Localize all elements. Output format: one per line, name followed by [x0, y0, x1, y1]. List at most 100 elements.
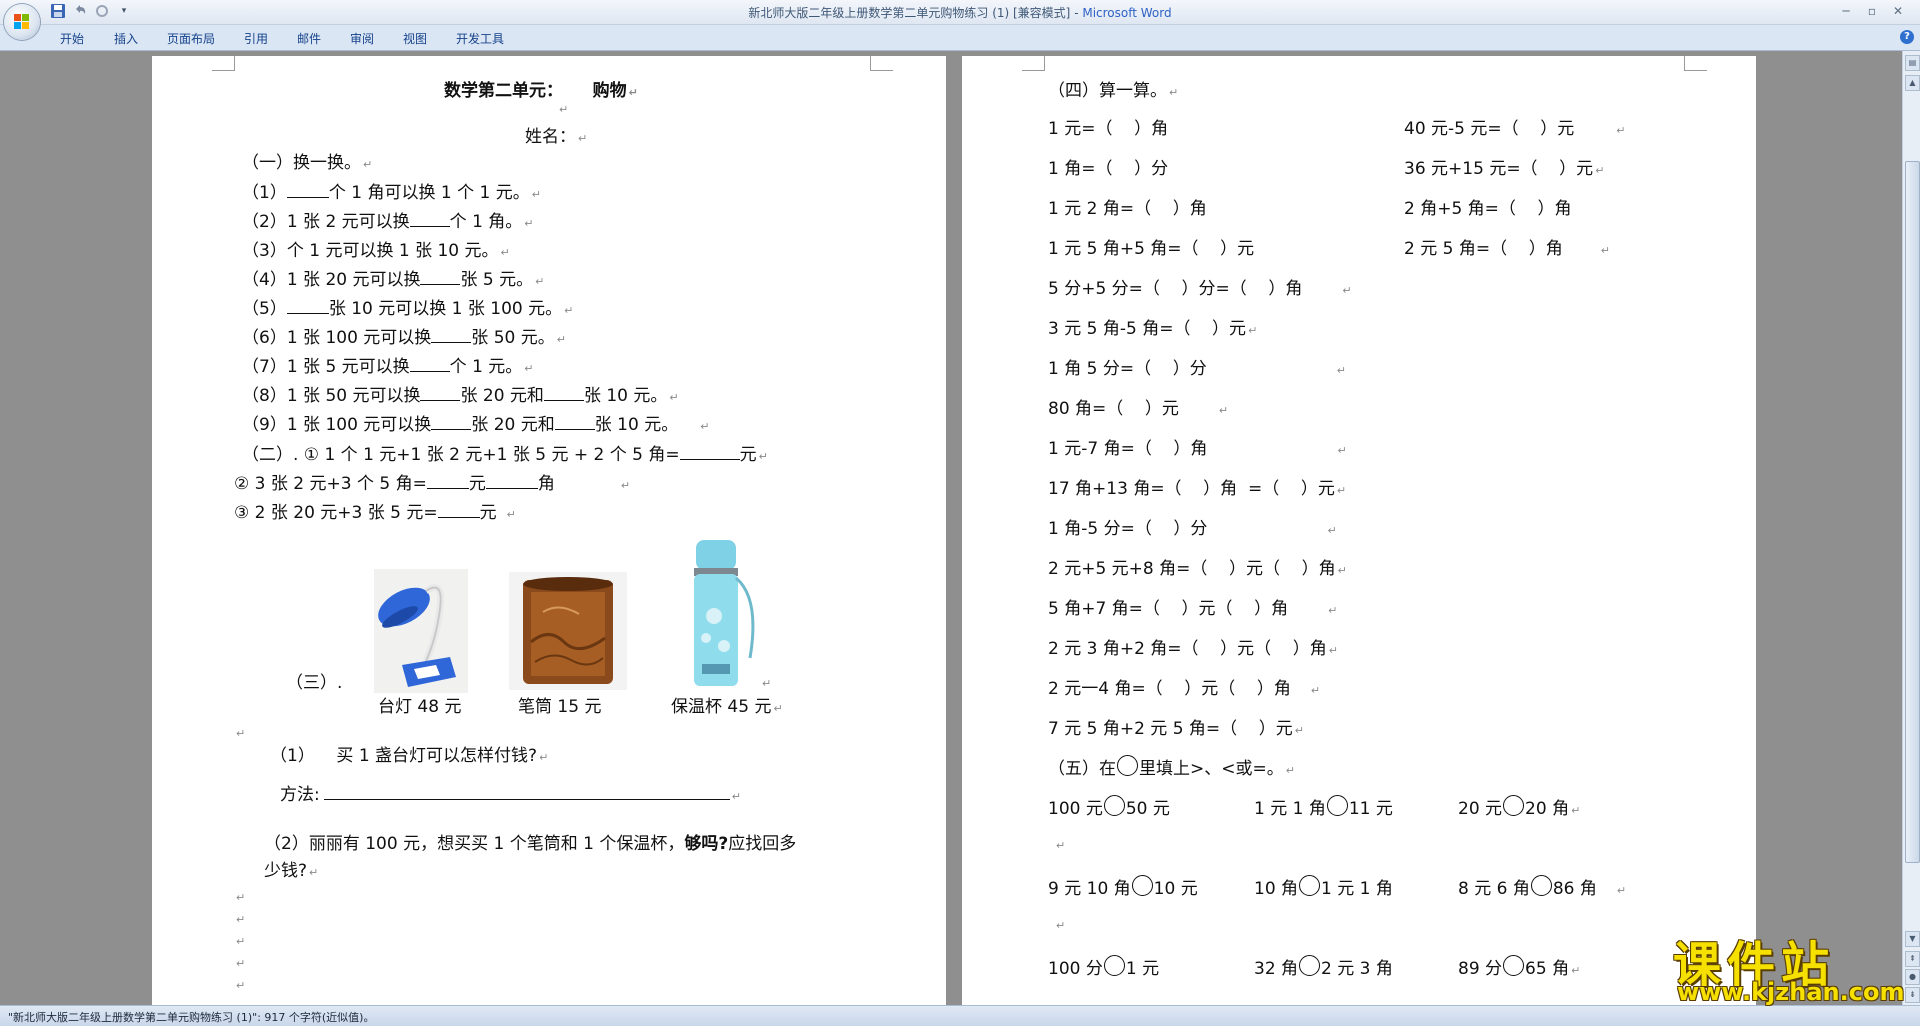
paragraph-mark: ↵ — [236, 957, 246, 970]
scroll-down-icon[interactable]: ▼ — [1905, 931, 1920, 947]
close-icon[interactable]: ✕ — [1888, 2, 1908, 20]
calc-left-15: 2 元一4 角=（ ）元（ ）角 ↵ — [1048, 679, 1321, 699]
paragraph-mark: ↵ — [236, 727, 246, 740]
help-icon[interactable]: ? — [1900, 30, 1914, 44]
minimize-icon[interactable]: ─ — [1836, 2, 1856, 20]
vertical-scrollbar[interactable]: ▤ ▲ ▼ ⇞ ● ⇟ — [1902, 51, 1920, 1005]
thermos-caption: 保温杯 45 元 ↵ — [671, 697, 783, 717]
document-title: 新北师大版二年级上册数学第二单元购物练习 (1) [兼容模式] — [748, 6, 1071, 20]
tab-review[interactable]: 审阅 — [350, 30, 374, 47]
question-6: （6）1 张 100 元可以换张 50 元。 ↵ — [242, 328, 566, 348]
compare-item: 100 分1 元 — [1048, 954, 1159, 979]
question-5: （5）张 10 元可以换 1 张 100 元。 ↵ — [242, 299, 574, 319]
document-area: 数学第二单元： 购物 ↵ ↵ 姓名： ↵ （一）换一换。 ↵ （1）个 1 角可以换 … — [0, 51, 1902, 1006]
pen-holder-image — [509, 572, 627, 690]
next-page-icon[interactable]: ⇟ — [1905, 987, 1920, 1003]
tab-references[interactable]: 引用 — [244, 30, 268, 47]
tab-home[interactable]: 开始 — [60, 30, 84, 47]
question-1: （1）个 1 角可以换 1 个 1 元。 ↵ — [242, 183, 541, 203]
compare-circle[interactable] — [1503, 955, 1525, 976]
paragraph-mark: ↵ — [236, 891, 246, 904]
compare-item: 8 元 6 角 86 角 ↵ — [1458, 874, 1626, 899]
question-4: （4）1 张 20 元可以换张 5 元。 ↵ — [242, 270, 545, 290]
tab-page-layout[interactable]: 页面布局 — [167, 30, 215, 47]
thermos-image — [688, 538, 770, 688]
status-bar: "新北师大版二年级上册数学第二单元购物练习 (1)": 917 个字符(近似值)… — [0, 1005, 1920, 1026]
crop-mark — [1684, 56, 1707, 71]
paragraph-mark: ↵ — [236, 913, 246, 926]
page-left: 数学第二单元： 购物 ↵ ↵ 姓名： ↵ （一）换一换。 ↵ （1）个 1 角可以换 … — [152, 56, 946, 1006]
scroll-up-icon[interactable]: ▲ — [1905, 75, 1920, 91]
calc-left-11: 1 角-5 分=（ ）分 ↵ — [1048, 519, 1337, 539]
ribbon-tabs: 开始 插入 页面布局 引用 邮件 审阅 视图 开发工具 — [0, 25, 1920, 51]
calc-left-7: 1 角 5 分=（ ）分 ↵ — [1048, 359, 1346, 379]
compare-item: 20 元 20 角 ↵ — [1458, 794, 1580, 819]
compare-circle[interactable] — [1326, 795, 1348, 816]
tab-mailings[interactable]: 邮件 — [297, 30, 321, 47]
calc-left-12: 2 元+5 元+8 角=（ ）元（ ）角 ↵ — [1048, 559, 1347, 579]
select-browse-object-icon[interactable]: ● — [1905, 969, 1920, 985]
tab-developer[interactable]: 开发工具 — [456, 30, 504, 47]
desk-lamp-image — [374, 569, 468, 693]
compare-circle[interactable] — [1103, 795, 1125, 816]
name-field: 姓名： ↵ — [525, 127, 588, 147]
crop-mark — [870, 56, 893, 71]
crop-mark — [212, 56, 235, 71]
calc-left-1: 1 元=（ ）角 — [1048, 119, 1169, 139]
question-3: （3）个 1 元可以换 1 张 10 元。 ↵ — [242, 241, 510, 261]
section-2-item-3: ③ 2 张 20 元+3 张 5 元= 元 ↵ — [234, 503, 516, 523]
calc-left-9: 1 元-7 角=（ ）角 ↵ — [1048, 439, 1347, 459]
compare-circle[interactable] — [1530, 875, 1552, 896]
problem-2: （2）丽丽有 100 元，想买买 1 个笔筒和 1 个保温杯，够吗?应找回多 — [264, 834, 797, 854]
compare-circle — [1117, 755, 1138, 776]
window-title: 新北师大版二年级上册数学第二单元购物练习 (1) [兼容模式] - Micros… — [0, 4, 1920, 21]
app-name: Microsoft Word — [1082, 6, 1172, 20]
compare-circle[interactable] — [1299, 955, 1321, 976]
tab-insert[interactable]: 插入 — [114, 30, 138, 47]
previous-page-icon[interactable]: ⇞ — [1905, 951, 1920, 967]
maximize-icon[interactable]: ▫ — [1862, 2, 1882, 20]
compare-circle[interactable] — [1103, 955, 1125, 976]
paragraph-mark: ↵ — [236, 979, 246, 992]
office-button[interactable] — [4, 4, 40, 40]
method-line: 方法: ↵ — [280, 785, 741, 805]
compare-item: 10 角1 元 1 角 — [1254, 874, 1393, 899]
calc-right-2: 36 元+15 元=（ ）元 ↵ — [1404, 159, 1605, 179]
compare-circle[interactable] — [1299, 875, 1321, 896]
calc-left-2: 1 角=（ ）分 — [1048, 159, 1169, 179]
calc-right-4: 2 元 5 角=（ ）角 ↵ — [1404, 239, 1610, 259]
title-separator: - — [1070, 6, 1083, 20]
crop-mark — [1022, 56, 1045, 71]
compare-item: 1 元 1 角 11 元 — [1254, 794, 1393, 819]
section-4-heading: （四）算一算。 ↵ — [1048, 81, 1179, 101]
watermark-logo: 课件站 www.kjzhan.com — [1665, 925, 1904, 1006]
ruler-toggle-icon[interactable]: ▤ — [1905, 55, 1920, 71]
compare-item: 32 角2 元 3 角 — [1254, 954, 1393, 979]
compare-circle[interactable] — [1131, 875, 1153, 896]
question-9: （9）1 张 100 元可以换张 20 元和张 10 元。 ↵ — [242, 415, 710, 435]
section-3-heading: （三）. — [286, 673, 343, 693]
question-8: （8）1 张 50 元可以换张 20 元和张 10 元。 ↵ — [242, 386, 679, 406]
tab-view[interactable]: 视图 — [403, 30, 427, 47]
question-7: （7）1 张 5 元可以换个 1 元。 ↵ — [242, 357, 534, 377]
paragraph-mark: ↵ — [762, 677, 772, 690]
calc-left-5: 5 分+5 分=（ ）分=（ ）角 ↵ — [1048, 279, 1352, 299]
compare-circle[interactable] — [1503, 795, 1525, 816]
window-controls: ─ ▫ ✕ — [1836, 2, 1916, 20]
scroll-thumb[interactable] — [1905, 161, 1920, 863]
problem-1: （1） 买 1 盏台灯可以怎样付钱? ↵ — [270, 746, 549, 766]
calc-left-10: 17 角+13 角=（ ）角 =（ ）元 ↵ — [1048, 479, 1347, 499]
watermark-url: www.kjzhan.com — [1677, 978, 1905, 1006]
calc-right-1: 40 元-5 元=（ ）元 ↵ — [1404, 119, 1626, 139]
compare-item: 100 元 50 元 — [1048, 794, 1170, 819]
calc-left-3: 1 元 2 角=（ ）角 — [1048, 199, 1207, 219]
calc-left-13: 5 角+7 角=（ ）元（ ）角 ↵ — [1048, 599, 1338, 619]
title-bar: ▾ 新北师大版二年级上册数学第二单元购物练习 (1) [兼容模式] - Micr… — [0, 0, 1920, 25]
worksheet-title: 数学第二单元： 购物 ↵ — [444, 81, 638, 101]
section-2-heading: （二）. ① 1 个 1 元+1 张 2 元+1 张 5 元 + 2 个 5 角… — [242, 445, 768, 465]
paragraph-mark: ↵ — [1056, 839, 1066, 852]
calc-left-6: 3 元 5 角-5 角=（ ）元 ↵ — [1048, 319, 1258, 339]
section-5-heading: （五）在 里填上>、<或=。 ↵ — [1048, 754, 1295, 779]
desk-lamp-caption: 台灯 48 元 — [378, 697, 462, 717]
compare-item: 89 分 65 角 ↵ — [1458, 954, 1580, 979]
